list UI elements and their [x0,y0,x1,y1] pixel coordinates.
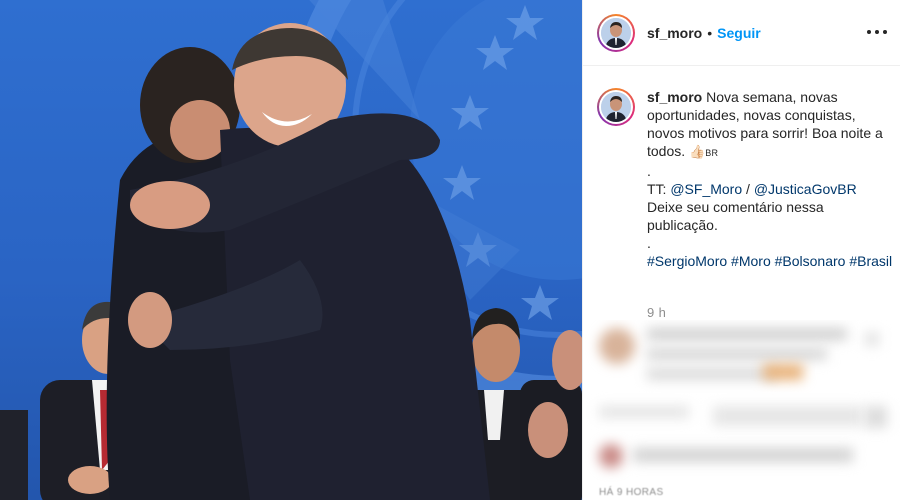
bookmark-blur [865,406,887,428]
liker-avatar [599,444,623,468]
avatar-portrait [601,17,631,48]
header-username[interactable]: sf_moro [647,25,702,41]
more-dot [883,30,887,34]
mention-justicagovbr[interactable]: @JusticaGovBR [754,181,857,197]
comment-line [647,368,777,380]
post-sidebar: sf_moro • Seguir sf_moro Nova semana, no… [582,0,900,500]
avatar-image [601,92,631,122]
comment-like [865,332,879,346]
avatar-image [601,17,631,48]
hashtag-moro[interactable]: #Moro [731,253,771,269]
mention-sf-moro[interactable]: @SF_Moro [670,181,742,197]
tt-prefix: TT: [647,181,671,197]
more-dot [867,30,871,34]
mention-separator: / [742,181,754,197]
instagram-post: sf_moro • Seguir sf_moro Nova semana, no… [0,0,900,500]
caption-cta: Deixe seu comentário nessa publicação. [647,199,824,233]
avatar-border [599,90,633,124]
caption-avatar[interactable] [597,88,635,126]
comment-emoji [763,364,803,380]
more-dot [875,30,879,34]
hashtags-line: #SergioMoro #Moro #Bolsonaro #Brasil [647,252,893,270]
likes-line [633,448,853,462]
post-caption: sf_moro Nova semana, novas oportunidades… [597,88,893,270]
thumbs-up-icon: 👍🏻 [689,144,706,159]
caption-mentions-line: TT: @SF_Moro / @JusticaGovBR [647,180,893,198]
header-separator: • [707,24,713,41]
comment-meta [599,406,689,418]
caption-main-line: sf_moro Nova semana, novas oportunidades… [647,88,893,162]
hashtag-bolsonaro[interactable]: #Bolsonaro [775,253,846,269]
hashtag-brasil[interactable]: #Brasil [849,253,892,269]
hashtag-sergiomoro[interactable]: #SergioMoro [647,253,727,269]
photo-illustration [0,0,582,500]
action-bar [713,406,863,426]
footer-timestamp: HÁ 9 HORAS [599,487,664,498]
post-photo[interactable] [0,0,582,500]
more-options-icon[interactable] [867,22,887,42]
brazil-flag-icon: BR [705,148,719,158]
blurred-comments [583,320,900,490]
avatar-portrait [601,92,631,122]
caption-dot: . [647,235,651,251]
caption-timestamp: 9 h [647,305,667,320]
comment-line [647,348,827,360]
caption-username[interactable]: sf_moro [647,89,702,105]
profile-avatar[interactable] [597,13,635,52]
caption-text-block: sf_moro Nova semana, novas oportunidades… [647,88,893,270]
comment-line [647,328,847,340]
post-header: sf_moro • Seguir [583,0,900,66]
caption-dot: . [647,163,651,179]
follow-button[interactable]: Seguir [717,25,761,41]
avatar-border [599,15,633,50]
comment-avatar [599,328,635,364]
